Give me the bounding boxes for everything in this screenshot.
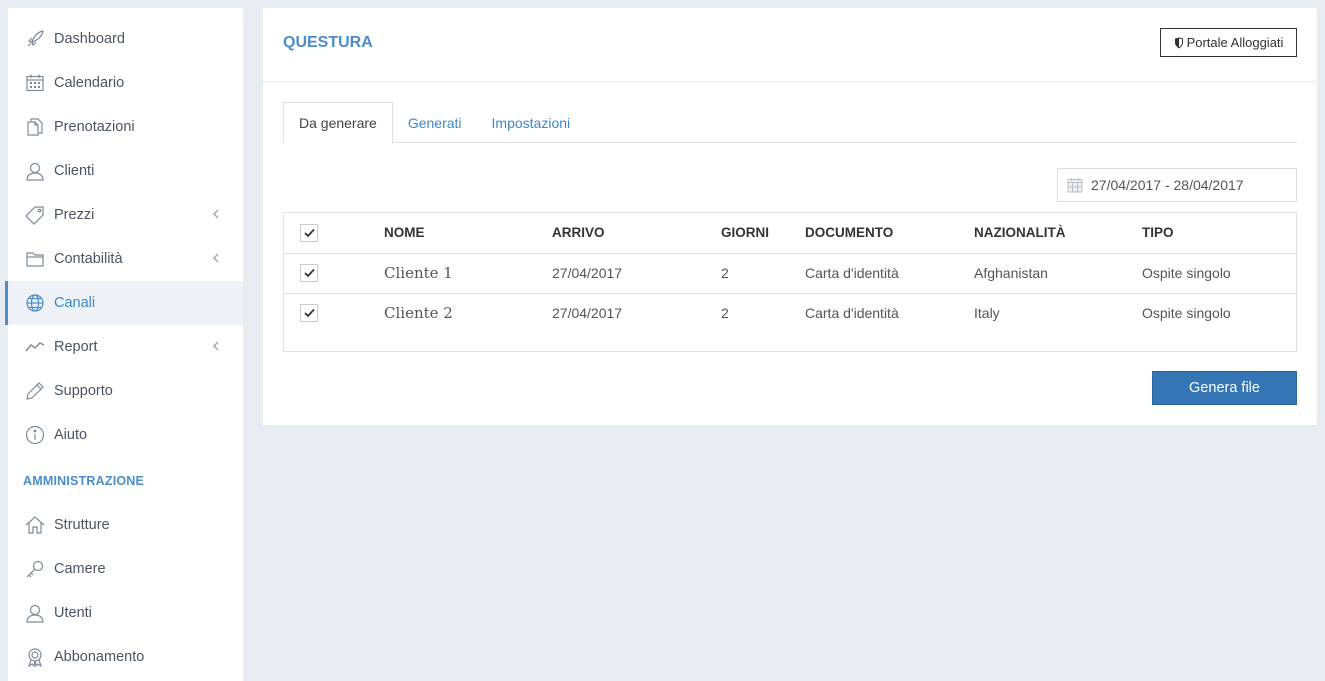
date-range-picker[interactable]: 27/04/2017 - 28/04/2017 <box>1057 168 1297 202</box>
check-icon <box>303 309 315 318</box>
trend-icon <box>24 336 46 358</box>
sidebar-item-label: Prezzi <box>54 207 95 223</box>
cell-nazionalita: Italy <box>974 292 1142 333</box>
sidebar-item-abbonamento[interactable]: Abbonamento <box>8 635 243 679</box>
tag-icon <box>24 204 46 226</box>
cell-giorni: 2 <box>721 252 805 293</box>
sidebar-item-utenti[interactable]: Utenti <box>8 591 243 635</box>
table-row: Cliente 2 27/04/2017 2 Carta d'identità … <box>284 292 1296 333</box>
info-icon <box>24 424 46 446</box>
sidebar-item-label: Supporto <box>54 383 113 399</box>
genera-file-button[interactable]: Genera file <box>1152 371 1297 405</box>
calendar-icon <box>1067 178 1083 193</box>
sidebar-item-calendario[interactable]: Calendario <box>8 61 243 105</box>
tab-da-generare[interactable]: Da generare <box>283 102 393 144</box>
cell-documento: Carta d'identità <box>805 292 974 333</box>
cell-tipo: Ospite singolo <box>1142 292 1296 333</box>
user-icon <box>24 602 46 624</box>
cell-documento: Carta d'identità <box>805 252 974 293</box>
documents-icon <box>24 116 46 138</box>
table-row: Cliente 1 27/04/2017 2 Carta d'identità … <box>284 252 1296 293</box>
rocket-icon <box>24 28 46 50</box>
column-header-nazionalita: NAZIONALITÀ <box>974 225 1066 241</box>
user-icon <box>24 160 46 182</box>
sidebar-item-prenotazioni[interactable]: Prenotazioni <box>8 105 243 149</box>
page-title: QUESTURA <box>283 34 373 51</box>
tabs: Da generare Generati Impostazioni <box>283 102 1297 144</box>
sidebar-item-label: Prenotazioni <box>54 119 135 135</box>
sidebar: Dashboard Calendario Prenotazioni Client… <box>5 8 243 681</box>
shield-icon <box>1174 37 1183 48</box>
check-icon <box>303 228 315 238</box>
cell-nome: Cliente 2 <box>384 292 552 333</box>
cell-nome: Cliente 1 <box>384 252 552 293</box>
sidebar-item-camere[interactable]: Camere <box>8 547 243 591</box>
calendar-icon <box>24 72 46 94</box>
row-checkbox[interactable] <box>300 264 318 282</box>
sidebar-item-label: Utenti <box>54 605 92 621</box>
sidebar-item-report[interactable]: Report <box>8 325 243 369</box>
sidebar-item-canali[interactable]: Canali <box>5 281 243 325</box>
section-title-amministrazione: AMMINISTRAZIONE <box>23 474 145 488</box>
sidebar-item-label: Clienti <box>54 163 95 179</box>
chevron-left-icon <box>213 209 219 219</box>
sidebar-item-aiuto[interactable]: Aiuto <box>8 413 243 457</box>
sidebar-item-prezzi[interactable]: Prezzi <box>8 193 243 237</box>
chevron-left-icon <box>213 341 219 351</box>
folder-icon <box>24 248 46 270</box>
date-range-value: 27/04/2017 - 28/04/2017 <box>1091 177 1244 193</box>
key-icon <box>24 558 46 580</box>
tab-generati[interactable]: Generati <box>393 102 477 143</box>
sidebar-item-strutture[interactable]: Strutture <box>8 503 243 547</box>
sidebar-item-label: Camere <box>54 561 106 577</box>
sidebar-item-label: Dashboard <box>54 31 125 47</box>
sidebar-item-clienti[interactable]: Clienti <box>8 149 243 193</box>
row-checkbox[interactable] <box>300 304 318 323</box>
cell-tipo: Ospite singolo <box>1142 252 1296 293</box>
column-header-giorni: GIORNI <box>721 225 770 241</box>
portale-alloggiati-button[interactable]: Portale Alloggiati <box>1160 28 1297 57</box>
check-icon <box>303 268 315 278</box>
cell-arrivo: 27/04/2017 <box>552 252 721 293</box>
sidebar-item-label: Abbonamento <box>54 649 145 665</box>
sidebar-item-supporto[interactable]: Supporto <box>8 369 243 413</box>
select-all-checkbox[interactable] <box>300 223 318 242</box>
column-header-documento: DOCUMENTO <box>805 225 894 241</box>
globe-icon <box>24 292 46 314</box>
sidebar-item-contabilita[interactable]: Contabilità <box>8 237 243 281</box>
sidebar-item-label: Contabilità <box>54 251 123 267</box>
panel-header: QUESTURA Portale Alloggiati <box>263 8 1317 82</box>
guests-table: NOME ARRIVO GIORNI DOCUMENTO NAZIONALITÀ… <box>283 212 1297 352</box>
chevron-left-icon <box>213 253 219 263</box>
sidebar-item-label: Report <box>54 339 98 355</box>
pencil-icon <box>24 380 46 402</box>
table-header-row: NOME ARRIVO GIORNI DOCUMENTO NAZIONALITÀ… <box>284 213 1296 253</box>
column-header-arrivo: ARRIVO <box>552 225 605 241</box>
home-icon <box>24 514 46 536</box>
sidebar-item-dashboard[interactable]: Dashboard <box>8 17 243 61</box>
main-panel: QUESTURA Portale Alloggiati Da generare … <box>263 8 1317 425</box>
column-header-tipo: TIPO <box>1142 225 1174 241</box>
tab-impostazioni[interactable]: Impostazioni <box>477 102 586 143</box>
badge-icon <box>24 646 46 668</box>
sidebar-item-label: Canali <box>54 295 96 311</box>
portale-alloggiati-label: Portale Alloggiati <box>1186 35 1284 50</box>
cell-giorni: 2 <box>721 292 805 333</box>
column-header-nome: NOME <box>384 225 425 241</box>
cell-arrivo: 27/04/2017 <box>552 292 721 333</box>
sidebar-item-label: Aiuto <box>54 427 88 443</box>
cell-nazionalita: Afghanistan <box>974 252 1142 293</box>
sidebar-item-label: Calendario <box>54 75 125 91</box>
sidebar-item-label: Strutture <box>54 517 110 533</box>
